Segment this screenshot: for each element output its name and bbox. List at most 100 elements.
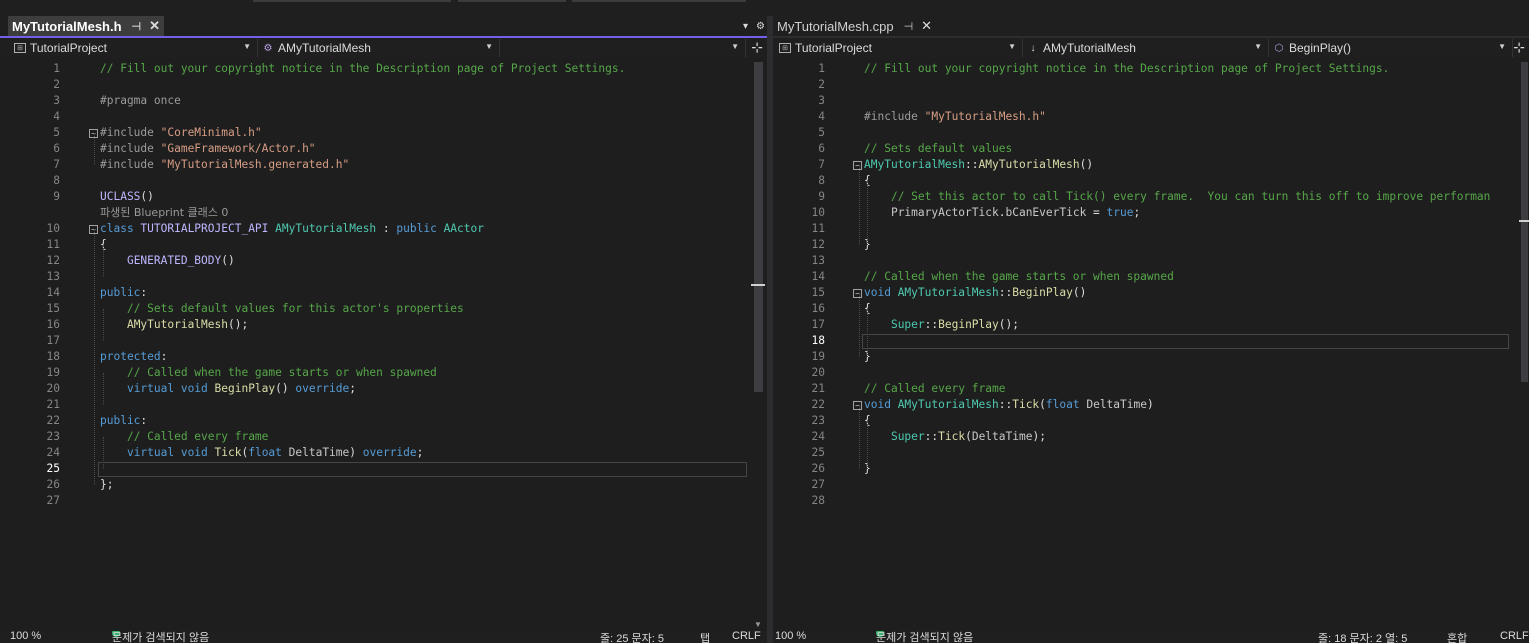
vertical-scrollbar[interactable]: ▼: [751, 60, 765, 631]
zoom-level[interactable]: 100 %: [775, 631, 806, 642]
code-line[interactable]: 20 virtual void BeginPlay() override;: [0, 381, 749, 397]
code-line[interactable]: 6 #include "GameFramework/Actor.h": [0, 141, 749, 157]
line-number: 3: [818, 94, 825, 107]
code-line[interactable]: 15 // Sets default values for this actor…: [0, 301, 749, 317]
code-line[interactable]: 19 // Called when the game starts or whe…: [0, 365, 749, 381]
code-line[interactable]: 10 PrimaryActorTick.bCanEverTick = true;: [773, 205, 1511, 221]
cursor-position[interactable]: 줄: 18 문자: 2 열: 5: [1318, 631, 1407, 643]
code-line[interactable]: 3 #pragma once: [0, 93, 749, 109]
scrollbar-thumb[interactable]: [754, 62, 763, 392]
code-line[interactable]: 18 protected:: [0, 349, 749, 365]
line-ending[interactable]: CRLF: [732, 631, 761, 642]
line-number: 25: [811, 446, 825, 459]
tab-source-file[interactable]: MyTutorialMesh.cpp ⊣ ✕: [773, 16, 936, 36]
code-line[interactable]: 1 // Fill out your copyright notice in th…: [773, 61, 1511, 77]
left-tab-tools: ▾ ⚙: [743, 16, 765, 36]
code-line[interactable]: 7 #include "MyTutorialMesh.generated.h": [0, 157, 749, 173]
zoom-level[interactable]: 100 %: [10, 631, 41, 642]
code-line[interactable]: 28: [773, 493, 1511, 509]
code-line[interactable]: 5− #include "CoreMinimal.h": [0, 125, 749, 141]
code-line[interactable]: 5: [773, 125, 1511, 141]
collapse-icon[interactable]: −: [853, 401, 862, 410]
code-line[interactable]: 4: [0, 109, 749, 125]
code-line[interactable]: 12 GENERATED_BODY(): [0, 253, 749, 269]
indent-mode[interactable]: 혼합: [1447, 631, 1467, 643]
pin-icon[interactable]: ⊣: [904, 20, 914, 33]
code-line[interactable]: 19}: [773, 349, 1511, 365]
code-line[interactable]: 12}: [773, 237, 1511, 253]
codelens-hint[interactable]: 파생된 Blueprint 클래스 0: [100, 205, 228, 221]
code-line[interactable]: 26};: [0, 477, 749, 493]
code-line[interactable]: 27: [773, 477, 1511, 493]
close-icon[interactable]: ✕: [921, 18, 932, 34]
split-editor-icon[interactable]: ⊹: [1513, 39, 1525, 56]
code-line[interactable]: 27: [0, 493, 749, 509]
line-ending[interactable]: CRLF: [1500, 631, 1529, 642]
code-line[interactable]: 14 public:: [0, 285, 749, 301]
chevron-down-icon[interactable]: ▾: [743, 21, 748, 32]
code-line[interactable]: 11{: [0, 237, 749, 253]
tab-title: MyTutorialMesh.h: [12, 18, 122, 34]
code-line[interactable]: 10− class TUTORIALPROJECT_API AMyTutorial…: [0, 221, 749, 237]
indent-mode[interactable]: 탭: [700, 631, 710, 643]
code-line[interactable]: 21 // Called every frame: [773, 381, 1511, 397]
token: PrimaryActorTick: [890, 206, 999, 219]
cursor-position[interactable]: 줄: 25 문자: 5: [600, 631, 664, 643]
code-line[interactable]: 11: [773, 221, 1511, 237]
right-code-editor[interactable]: 1 // Fill out your copyright notice in th…: [773, 60, 1529, 631]
code-line[interactable]: 15 − void AMyTutorialMesh::BeginPlay(): [773, 285, 1511, 301]
project-dropdown[interactable]: ⊞ TutorialProject ▼: [775, 39, 1023, 57]
left-code-editor[interactable]: ▼ 1 // Fill out your copyright notice in …: [0, 60, 767, 631]
code-line[interactable]: 16{: [773, 301, 1511, 317]
scroll-down-icon[interactable]: ▼: [754, 620, 762, 629]
code-line[interactable]: 25: [0, 461, 749, 477]
split-editor-icon[interactable]: ⊹: [751, 39, 763, 56]
token: float: [1045, 398, 1087, 411]
code-line[interactable]: 20: [773, 365, 1511, 381]
code-line[interactable]: 26}: [773, 461, 1511, 477]
scope-guide: [103, 373, 104, 405]
code-line[interactable]: 2: [773, 77, 1511, 93]
code-line[interactable]: 7− AMyTutorialMesh::AMyTutorialMesh(): [773, 157, 1511, 173]
code-line[interactable]: 1 // Fill out your copyright notice in th…: [0, 61, 749, 77]
vertical-scrollbar[interactable]: [1519, 60, 1529, 631]
code-line[interactable]: 4 #include "MyTutorialMesh.h": [773, 109, 1511, 125]
collapse-icon[interactable]: −: [853, 289, 862, 298]
code-line[interactable]: 25: [773, 445, 1511, 461]
code-line[interactable]: 22 − void AMyTutorialMesh::Tick(float Delt…: [773, 397, 1511, 413]
code-line[interactable]: 9 // Set this actor to call Tick() every…: [773, 189, 1511, 205]
code-line[interactable]: 22 public:: [0, 413, 749, 429]
pin-icon[interactable]: ⊣: [132, 20, 142, 33]
code-line[interactable]: 17 Super::BeginPlay();: [773, 317, 1511, 333]
close-icon[interactable]: ✕: [149, 18, 160, 34]
code-line[interactable]: 9 UCLASS(): [0, 189, 749, 205]
code-line[interactable]: 8: [0, 173, 749, 189]
scrollbar-thumb[interactable]: [1521, 62, 1528, 382]
code-line[interactable]: 3: [773, 93, 1511, 109]
tab-header-file[interactable]: MyTutorialMesh.h ⊣ ✕: [8, 16, 165, 36]
code-line[interactable]: 파생된 Blueprint 클래스 0: [0, 205, 749, 221]
code-line[interactable]: 24 virtual void Tick(float DeltaTime) ov…: [0, 445, 749, 461]
code-line[interactable]: 24 Super::Tick(DeltaTime);: [773, 429, 1511, 445]
code-line[interactable]: 13: [0, 269, 749, 285]
collapse-icon[interactable]: −: [853, 161, 862, 170]
code-line[interactable]: 18: [773, 333, 1511, 349]
member-dropdown[interactable]: ⬡ BeginPlay() ▼: [1269, 39, 1513, 57]
project-dropdown[interactable]: ⊞ TutorialProject ▼: [10, 39, 258, 57]
code-line[interactable]: 16 AMyTutorialMesh();: [0, 317, 749, 333]
member-dropdown[interactable]: ▼: [500, 39, 746, 57]
code-line[interactable]: 2: [0, 77, 749, 93]
code-line[interactable]: 21: [0, 397, 749, 413]
gear-icon[interactable]: ⚙: [756, 21, 765, 32]
line-number: 9: [818, 190, 825, 203]
code-line[interactable]: 14 // Called when the game starts or when…: [773, 269, 1511, 285]
scope-dropdown[interactable]: ↓ AMyTutorialMesh ▼: [1023, 39, 1269, 57]
code-line[interactable]: 13: [773, 253, 1511, 269]
code-line[interactable]: 8{: [773, 173, 1511, 189]
code-line[interactable]: 6 // Sets default values: [773, 141, 1511, 157]
scope-dropdown[interactable]: ⚙ AMyTutorialMesh ▼: [258, 39, 500, 57]
code-line[interactable]: 23 // Called every frame: [0, 429, 749, 445]
code-line[interactable]: 23{: [773, 413, 1511, 429]
code-line[interactable]: 17: [0, 333, 749, 349]
